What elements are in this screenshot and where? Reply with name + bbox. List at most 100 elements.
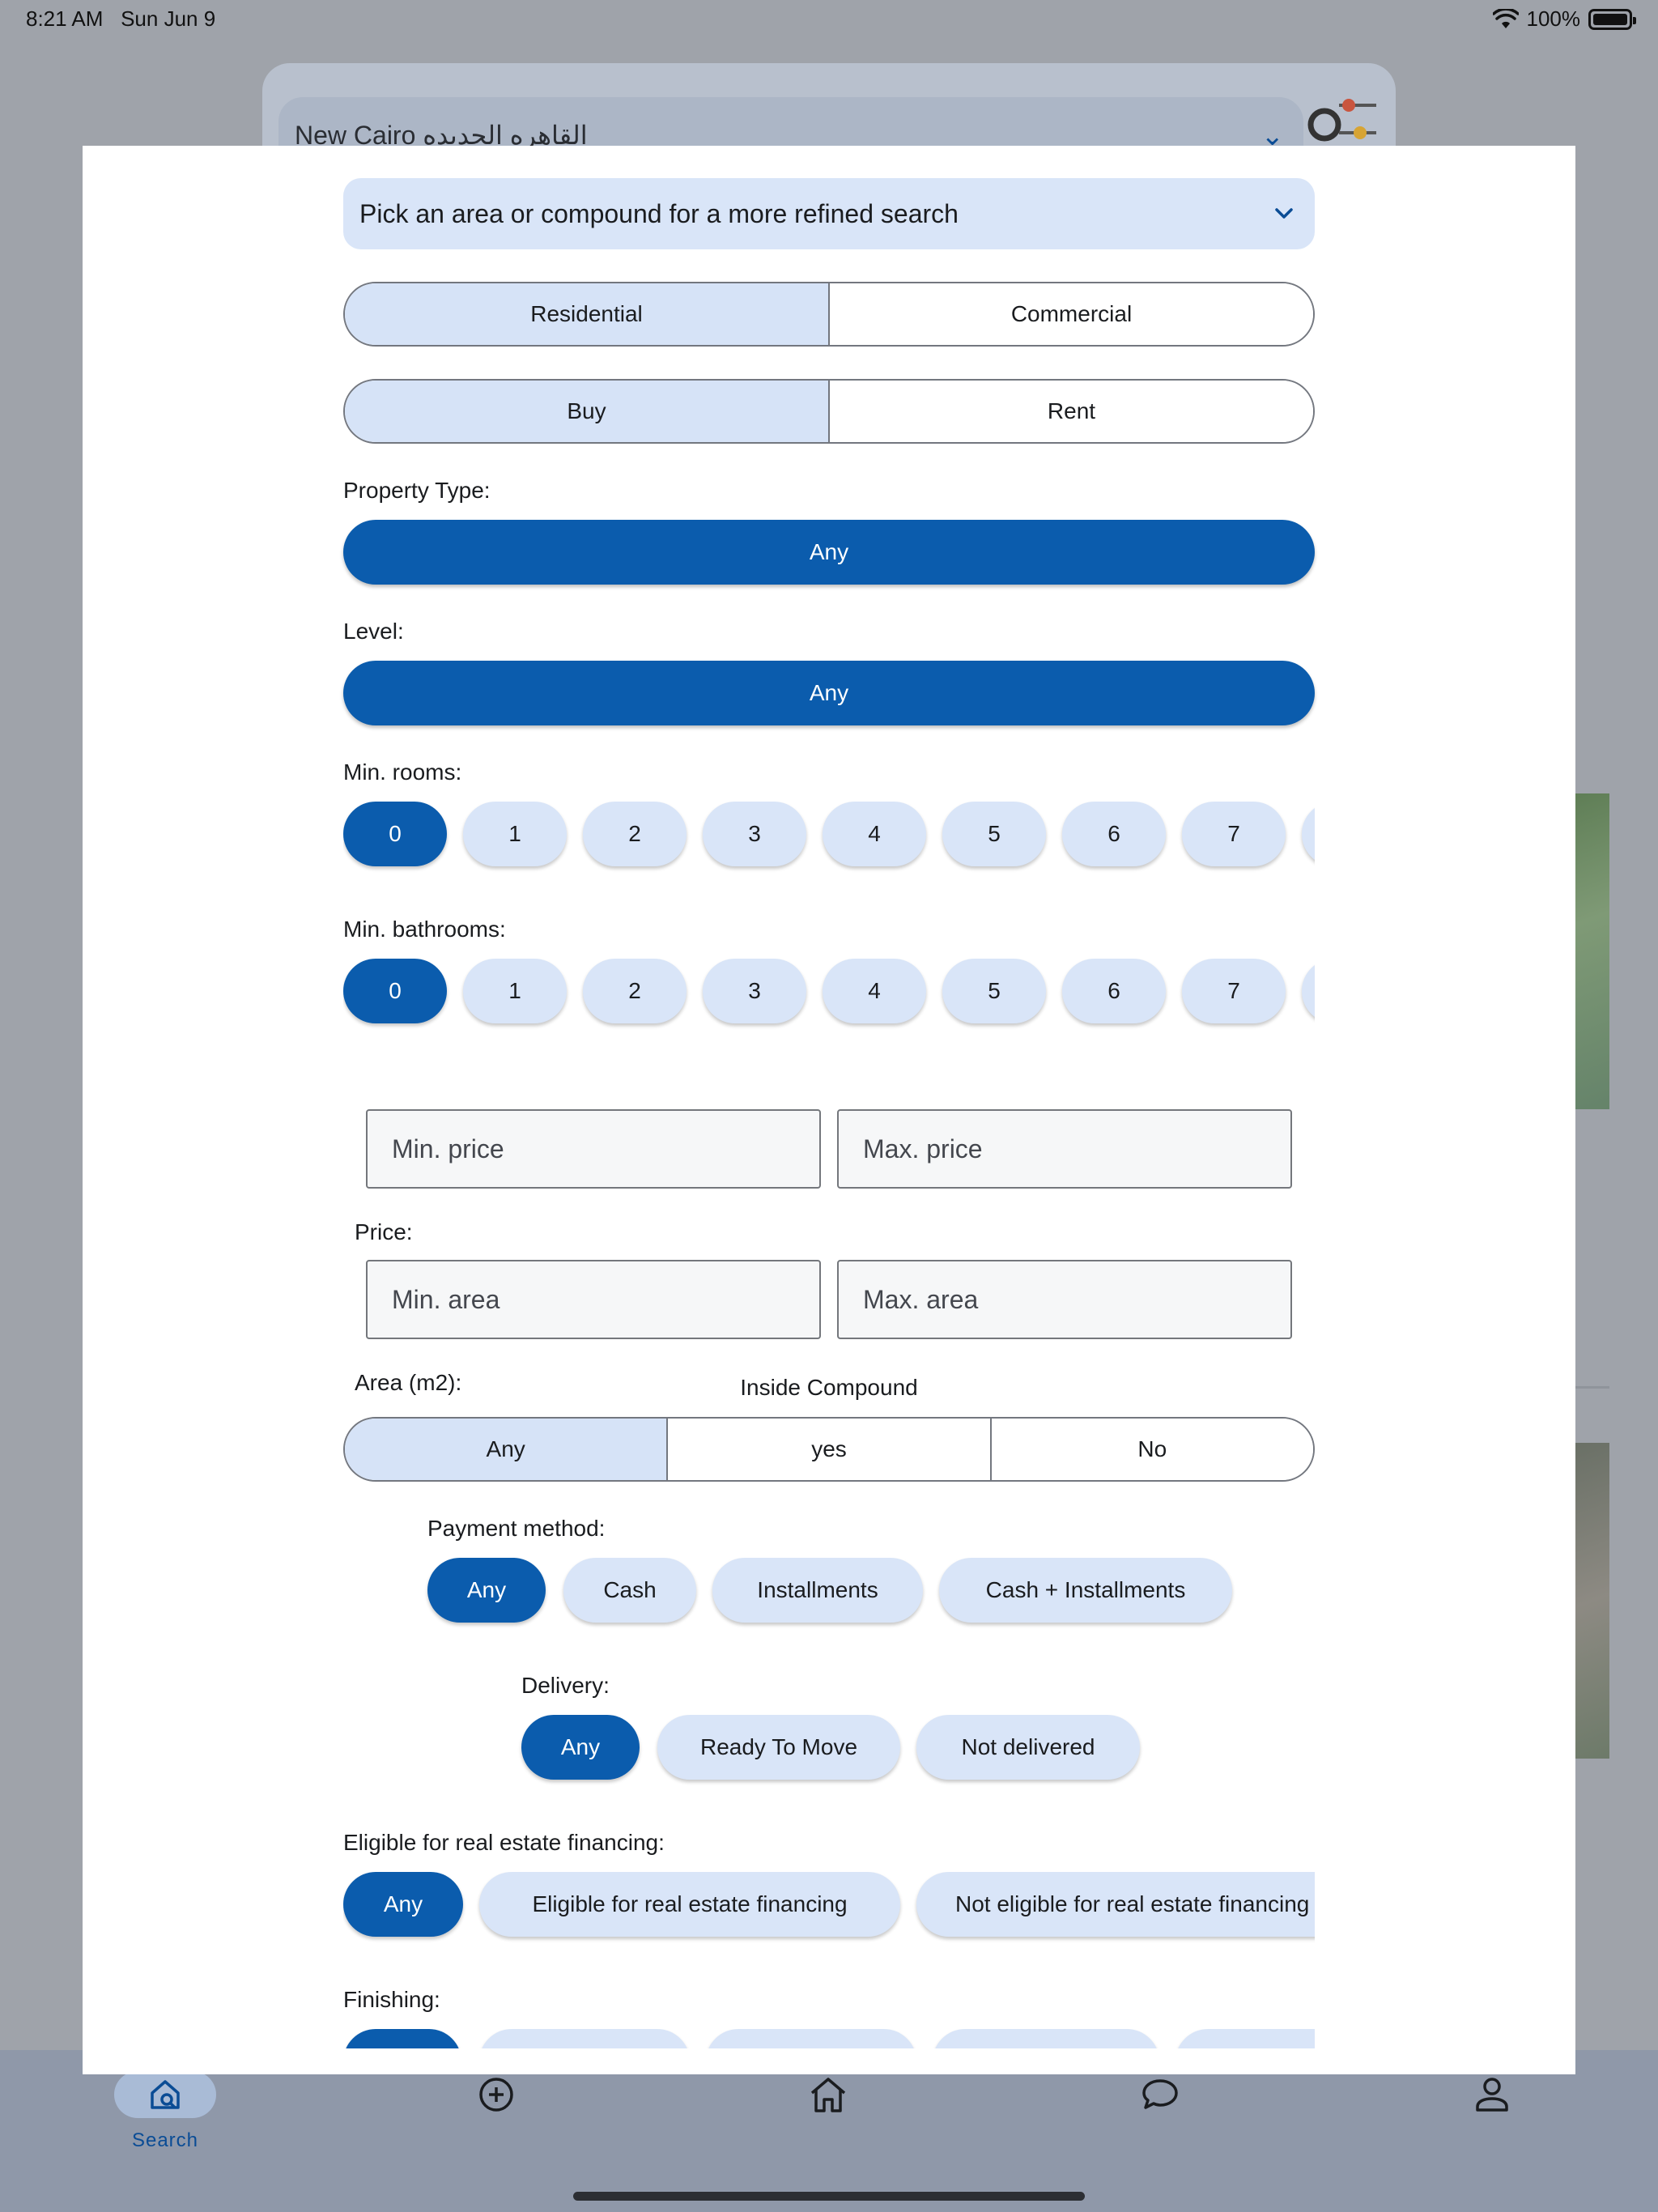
payment-method-label: Payment method: bbox=[427, 1516, 606, 1541]
finishing-chip[interactable] bbox=[706, 2029, 916, 2048]
status-indicators: 100% bbox=[1492, 6, 1636, 32]
nav-chat-pill bbox=[1109, 2071, 1211, 2118]
bathrooms-chip-3[interactable]: 3 bbox=[703, 959, 806, 1023]
segment-commercial[interactable]: Commercial bbox=[828, 283, 1313, 345]
nav-add-pill bbox=[445, 2071, 547, 2118]
delivery-chips: Any Ready To Move Not delivered bbox=[343, 1715, 1315, 1796]
bathrooms-chip-1[interactable]: 1 bbox=[463, 959, 567, 1023]
finishing-chip[interactable] bbox=[343, 2029, 461, 2048]
bathrooms-chip-0[interactable]: 0 bbox=[343, 959, 447, 1023]
min-area-input[interactable] bbox=[368, 1261, 819, 1338]
segment-rent[interactable]: Rent bbox=[828, 381, 1313, 442]
nav-chat[interactable] bbox=[1095, 2071, 1225, 2168]
inside-compound-label: Inside Compound bbox=[740, 1375, 918, 1400]
min-price-input[interactable] bbox=[368, 1111, 819, 1187]
delivery-chip-any[interactable]: Any bbox=[521, 1715, 640, 1780]
area-compound-dropdown[interactable]: Pick an area or compound for a more refi… bbox=[343, 178, 1315, 249]
nav-home[interactable] bbox=[763, 2071, 893, 2168]
payment-chip-any[interactable]: Any bbox=[427, 1558, 546, 1623]
background-divider bbox=[1575, 1386, 1609, 1389]
nav-home-pill bbox=[777, 2071, 879, 2118]
financing-chip-any[interactable]: Any bbox=[343, 1872, 463, 1937]
financing-chip-eligible[interactable]: Eligible for real estate financing bbox=[479, 1872, 900, 1937]
bathrooms-chip-8[interactable]: 8 bbox=[1302, 959, 1315, 1023]
chat-icon bbox=[1142, 2079, 1178, 2109]
level-label: Level: bbox=[343, 619, 404, 644]
delivery-chip-not-delivered[interactable]: Not delivered bbox=[916, 1715, 1140, 1780]
rooms-chip-6[interactable]: 6 bbox=[1062, 802, 1166, 866]
property-type-label: Property Type: bbox=[343, 478, 491, 503]
delivery-label: Delivery: bbox=[521, 1673, 610, 1698]
financing-chips: Any Eligible for real estate financing N… bbox=[343, 1872, 1315, 1953]
finishing-chip[interactable] bbox=[933, 2029, 1159, 2048]
background-listing-image bbox=[1575, 793, 1609, 1109]
max-area-input[interactable] bbox=[839, 1261, 1290, 1338]
bathrooms-chip-2[interactable]: 2 bbox=[583, 959, 687, 1023]
min-area-field[interactable] bbox=[366, 1260, 821, 1339]
payment-chip-installments[interactable]: Installments bbox=[712, 1558, 923, 1623]
nav-profile-pill bbox=[1441, 2071, 1543, 2118]
search-home-icon bbox=[151, 2080, 180, 2109]
filter-icon bbox=[1307, 99, 1376, 142]
finishing-chip[interactable] bbox=[479, 2029, 690, 2048]
rooms-chip-4[interactable]: 4 bbox=[823, 802, 926, 866]
level-button[interactable]: Any bbox=[343, 661, 1315, 725]
nav-profile[interactable] bbox=[1427, 2071, 1557, 2168]
finishing-chips bbox=[343, 2029, 1315, 2048]
min-bathrooms-chips: 0 1 2 3 4 5 6 7 8 bbox=[343, 959, 1315, 1040]
profile-icon bbox=[1476, 2078, 1508, 2112]
min-price-field[interactable] bbox=[366, 1109, 821, 1189]
segment-compound-no[interactable]: No bbox=[989, 1419, 1313, 1480]
min-bathrooms-label: Min. bathrooms: bbox=[343, 917, 506, 942]
nav-add[interactable] bbox=[432, 2071, 561, 2168]
max-price-input[interactable] bbox=[839, 1111, 1290, 1187]
max-area-field[interactable] bbox=[837, 1260, 1292, 1339]
battery-percent: 100% bbox=[1526, 6, 1581, 31]
finishing-label: Finishing: bbox=[343, 1987, 440, 2012]
finishing-chip[interactable] bbox=[1175, 2029, 1315, 2048]
chevron-down-icon bbox=[1275, 208, 1293, 219]
category-toggle: Residential Commercial bbox=[343, 282, 1315, 347]
status-time: 8:21 AM Sun Jun 9 bbox=[26, 6, 216, 31]
wifi-icon bbox=[1492, 8, 1519, 28]
segment-residential[interactable]: Residential bbox=[345, 283, 828, 345]
inside-compound-toggle: Any yes No bbox=[343, 1417, 1315, 1482]
rooms-chip-1[interactable]: 1 bbox=[463, 802, 567, 866]
payment-chip-cash-installments[interactable]: Cash + Installments bbox=[939, 1558, 1232, 1623]
transaction-toggle: Buy Rent bbox=[343, 379, 1315, 444]
area-compound-placeholder: Pick an area or compound for a more refi… bbox=[359, 199, 959, 228]
rooms-chip-8[interactable]: 8 bbox=[1302, 802, 1315, 866]
rooms-chip-7[interactable]: 7 bbox=[1182, 802, 1286, 866]
rooms-chip-5[interactable]: 5 bbox=[942, 802, 1046, 866]
financing-label: Eligible for real estate financing: bbox=[343, 1830, 665, 1855]
bathrooms-chip-7[interactable]: 7 bbox=[1182, 959, 1286, 1023]
nav-search-pill bbox=[114, 2071, 216, 2118]
nav-search-label: Search bbox=[131, 2129, 199, 2151]
segment-compound-any[interactable]: Any bbox=[345, 1419, 667, 1480]
delivery-chip-ready[interactable]: Ready To Move bbox=[657, 1715, 900, 1780]
property-type-button[interactable]: Any bbox=[343, 520, 1315, 585]
payment-method-chips: Any Cash Installments Cash + Installment… bbox=[343, 1558, 1315, 1639]
bathrooms-chip-4[interactable]: 4 bbox=[823, 959, 926, 1023]
nav-search[interactable]: Search bbox=[100, 2071, 230, 2168]
min-rooms-label: Min. rooms: bbox=[343, 759, 462, 785]
home-icon bbox=[810, 2078, 846, 2112]
max-price-field[interactable] bbox=[837, 1109, 1292, 1189]
payment-chip-cash[interactable]: Cash bbox=[563, 1558, 696, 1623]
bathrooms-chip-5[interactable]: 5 bbox=[942, 959, 1046, 1023]
status-bar: 8:21 AM Sun Jun 9 100% bbox=[0, 0, 1658, 37]
home-indicator[interactable] bbox=[573, 2192, 1085, 2201]
bottom-navigation: Search bbox=[0, 2050, 1658, 2212]
rooms-chip-0[interactable]: 0 bbox=[343, 802, 447, 866]
rooms-chip-2[interactable]: 2 bbox=[583, 802, 687, 866]
bathrooms-chip-6[interactable]: 6 bbox=[1062, 959, 1166, 1023]
rooms-chip-3[interactable]: 3 bbox=[703, 802, 806, 866]
financing-chip-not-eligible[interactable]: Not eligible for real estate financing bbox=[916, 1872, 1315, 1937]
add-circle-icon bbox=[479, 2078, 513, 2112]
min-rooms-chips: 0 1 2 3 4 5 6 7 8 bbox=[343, 802, 1315, 883]
filter-modal: Pick an area or compound for a more refi… bbox=[83, 146, 1575, 2074]
segment-buy[interactable]: Buy bbox=[345, 381, 828, 442]
segment-compound-yes[interactable]: yes bbox=[666, 1419, 990, 1480]
background-listing-image bbox=[1575, 1443, 1609, 1759]
price-label: Price: bbox=[355, 1219, 413, 1244]
